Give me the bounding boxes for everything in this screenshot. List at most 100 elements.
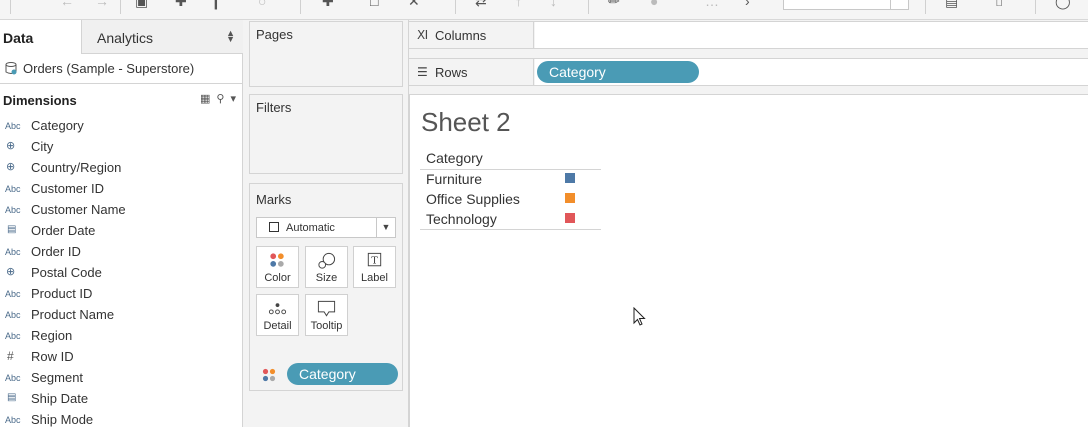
calendar-icon: ▤ bbox=[7, 224, 17, 235]
data-pane-tabs: Data Analytics ▲ ▼ bbox=[0, 20, 243, 54]
toolbar-separator bbox=[10, 0, 11, 14]
dimension-label: Product Name bbox=[31, 307, 115, 322]
dimensions-header-tools: ▦ ⚲ ▾ bbox=[194, 92, 236, 105]
category-row-label[interactable]: Furniture bbox=[426, 171, 482, 187]
dimension-item[interactable]: Abc Region bbox=[0, 325, 242, 346]
sheet-title[interactable]: Sheet 2 bbox=[421, 107, 511, 138]
square-mark[interactable] bbox=[565, 213, 575, 223]
label-button[interactable]: T Label bbox=[353, 246, 396, 288]
tab-data[interactable]: Data bbox=[0, 20, 81, 54]
pages-card[interactable]: Pages bbox=[249, 21, 403, 87]
mouse-cursor-icon bbox=[633, 307, 646, 326]
dimension-item[interactable]: Abc Segment bbox=[0, 367, 242, 388]
label-icon: T bbox=[367, 252, 382, 266]
dimension-item[interactable]: Abc Customer ID bbox=[0, 178, 242, 199]
filters-card[interactable]: Filters bbox=[249, 94, 403, 174]
rows-category-pill[interactable]: Category bbox=[537, 61, 699, 83]
fit-dropdown[interactable] bbox=[783, 0, 909, 10]
string-type-icon: Abc bbox=[5, 247, 21, 257]
tab-analytics[interactable]: Analytics ▲ ▼ bbox=[81, 20, 243, 54]
columns-rows-shelves: Ⅺ Columns ☰ Rows Category bbox=[409, 20, 1088, 94]
color-button[interactable]: Color bbox=[256, 246, 299, 288]
sort-desc-icon[interactable]: ↓ bbox=[550, 0, 557, 8]
undo-icon[interactable]: ← bbox=[60, 0, 74, 8]
detail-icon bbox=[268, 303, 287, 315]
dimension-item[interactable]: ⊕ City bbox=[0, 136, 242, 157]
columns-icon: Ⅺ bbox=[417, 28, 429, 42]
detail-button[interactable]: Detail bbox=[256, 294, 299, 336]
dimension-item[interactable]: Abc Category bbox=[0, 115, 242, 136]
header-divider bbox=[420, 169, 601, 170]
toolbar: ← → ▣ ✚ ❙ ○ ✚ □ ✕ ⇄ ↑ ↓ ✏ ● … › ▤ ⌷ ◯ bbox=[0, 0, 1088, 20]
marks-card: Marks Automatic ▼ Color Size T Label Det… bbox=[249, 183, 403, 391]
view-list-icon[interactable]: ▦ bbox=[200, 93, 210, 105]
dimension-item[interactable]: # Row ID bbox=[0, 346, 242, 367]
toolbar-separator bbox=[588, 0, 589, 14]
redo-icon[interactable]: → bbox=[95, 0, 109, 8]
footer-divider bbox=[420, 229, 601, 230]
database-icon bbox=[5, 62, 17, 75]
refresh-icon[interactable]: ○ bbox=[258, 0, 266, 8]
dimension-item[interactable]: ⊕ Country/Region bbox=[0, 157, 242, 178]
fix-axes-icon[interactable]: › bbox=[745, 0, 750, 8]
dimension-label: City bbox=[31, 139, 54, 154]
dimension-label: Customer Name bbox=[31, 202, 126, 217]
show-me-icon[interactable]: ◯ bbox=[1055, 0, 1071, 8]
dimension-item[interactable]: Abc Order ID bbox=[0, 241, 242, 262]
dimension-item[interactable]: ▤ Ship Date bbox=[0, 388, 242, 409]
square-mark[interactable] bbox=[565, 193, 575, 203]
toolbar-separator bbox=[300, 0, 301, 14]
size-button[interactable]: Size bbox=[305, 246, 348, 288]
show-cards-icon[interactable]: ▤ bbox=[945, 0, 958, 8]
dimension-item[interactable]: ⊕ Postal Code bbox=[0, 262, 242, 283]
chevron-down-icon bbox=[890, 0, 908, 9]
columns-drop-zone[interactable] bbox=[535, 22, 1088, 48]
marks-category-pill[interactable]: Category bbox=[287, 363, 398, 385]
save-icon[interactable]: ▣ bbox=[135, 0, 148, 8]
color-label: Color bbox=[264, 272, 291, 284]
toolbar-separator bbox=[455, 0, 456, 14]
labels-icon[interactable]: … bbox=[705, 0, 719, 8]
tooltip-toggle-icon[interactable]: ⌷ bbox=[995, 0, 1003, 8]
new-datasource-icon[interactable]: ✚ bbox=[175, 0, 187, 8]
chevron-down-icon[interactable]: ▾ bbox=[230, 93, 236, 105]
search-icon[interactable]: ⚲ bbox=[216, 93, 224, 105]
clear-sheet-icon[interactable]: ✕ bbox=[408, 0, 420, 8]
dimension-item[interactable]: Abc Customer Name bbox=[0, 199, 242, 220]
columns-shelf: Ⅺ Columns bbox=[409, 21, 1088, 49]
calendar-icon: ▤ bbox=[7, 392, 17, 403]
duplicate-icon[interactable]: □ bbox=[370, 0, 378, 8]
filters-title: Filters bbox=[256, 100, 292, 115]
column-header-category[interactable]: Category bbox=[426, 150, 483, 166]
detail-label: Detail bbox=[263, 320, 292, 332]
datasource-name: Orders (Sample - Superstore) bbox=[23, 61, 195, 76]
sheet-view[interactable]: Sheet 2 Category Furniture Office Supplie… bbox=[409, 94, 1088, 427]
mark-type-dropdown[interactable]: Automatic ▼ bbox=[256, 217, 396, 238]
highlight-icon[interactable]: ✏ bbox=[608, 0, 620, 8]
group-icon[interactable]: ● bbox=[650, 0, 658, 8]
sort-asc-icon[interactable]: ↑ bbox=[515, 0, 522, 8]
string-type-icon: Abc bbox=[5, 415, 21, 425]
new-worksheet-icon[interactable]: ✚ bbox=[322, 0, 334, 8]
swap-icon[interactable]: ⇄ bbox=[475, 0, 487, 8]
category-row-label[interactable]: Office Supplies bbox=[426, 191, 520, 207]
category-row-label[interactable]: Technology bbox=[426, 211, 497, 227]
dimensions-title: Dimensions bbox=[3, 93, 77, 108]
pause-icon[interactable]: ❙ bbox=[210, 0, 222, 8]
toolbar-separator bbox=[925, 0, 926, 14]
dimension-item[interactable]: ▤ Order Date bbox=[0, 220, 242, 241]
dimension-item[interactable]: Abc Product ID bbox=[0, 283, 242, 304]
dimension-label: Ship Mode bbox=[31, 412, 94, 427]
size-icon bbox=[318, 252, 336, 269]
dimension-item[interactable]: Abc Product Name bbox=[0, 304, 242, 325]
dimension-label: Country/Region bbox=[31, 160, 122, 175]
string-type-icon: Abc bbox=[5, 373, 21, 383]
rows-shelf: ☰ Rows Category bbox=[409, 58, 1088, 86]
string-type-icon: Abc bbox=[5, 184, 21, 194]
tab-scroll-icon[interactable]: ▲ ▼ bbox=[226, 29, 235, 44]
rows-icon: ☰ bbox=[417, 65, 428, 79]
datasource-item[interactable]: Orders (Sample - Superstore) bbox=[0, 54, 242, 84]
tab-analytics-label: Analytics bbox=[97, 30, 154, 46]
tooltip-button[interactable]: Tooltip bbox=[305, 294, 348, 336]
square-mark[interactable] bbox=[565, 173, 575, 183]
